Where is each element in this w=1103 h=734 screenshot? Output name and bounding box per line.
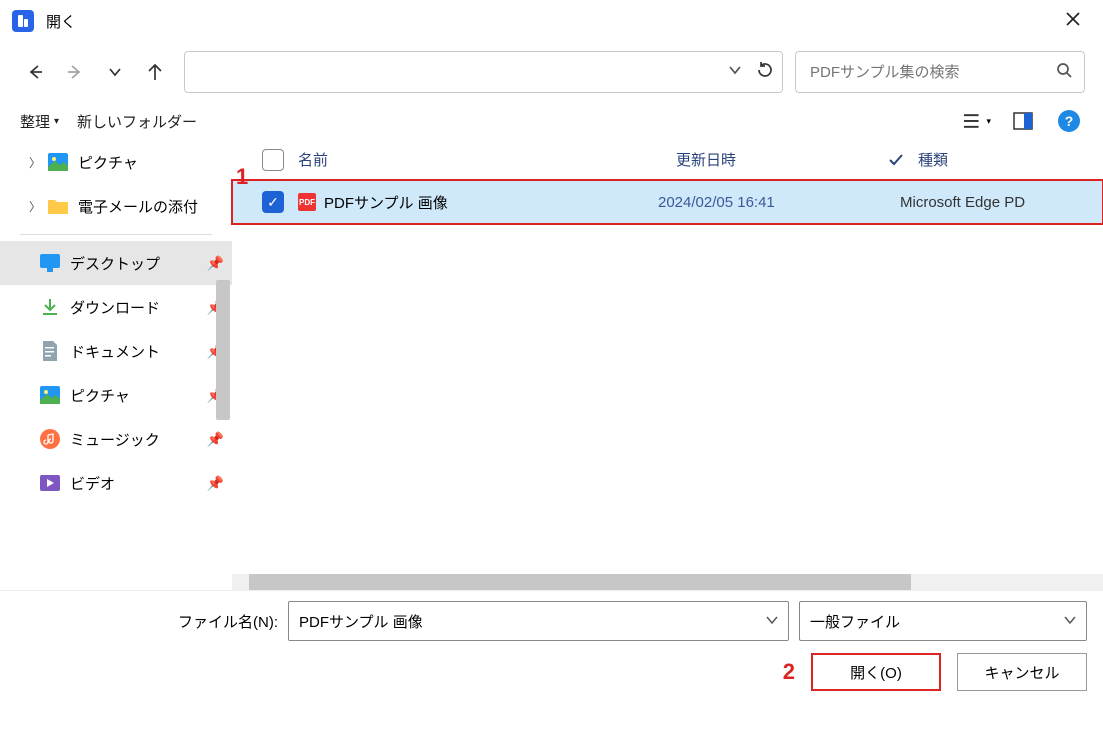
sidebar-item-label: ドキュメント — [70, 341, 160, 362]
pin-icon: 📌 — [207, 431, 224, 448]
sidebar-item-pictures[interactable]: ピクチャ 📌 — [0, 373, 232, 417]
annotation-1: 1 — [236, 164, 248, 190]
horizontal-scrollbar[interactable] — [232, 574, 1103, 590]
desktop-icon — [40, 253, 60, 273]
sidebar-item-documents[interactable]: ドキュメント 📌 — [0, 329, 232, 373]
row-checkbox[interactable]: ✓ — [262, 191, 284, 213]
filename-label: ファイル名(N): — [178, 611, 278, 632]
close-button[interactable] — [1055, 5, 1091, 38]
sidebar-item-videos[interactable]: ビデオ 📌 — [0, 461, 232, 505]
column-name[interactable]: 名前 — [298, 149, 676, 170]
column-check[interactable] — [888, 153, 918, 167]
nav-bar — [0, 42, 1103, 102]
sidebar-item-music[interactable]: ミュージック 📌 — [0, 417, 232, 461]
annotation-2: 2 — [783, 659, 795, 685]
sidebar-item-label: ビデオ — [70, 473, 115, 494]
content-area: 〉 ピクチャ 〉 電子メールの添付 デスクトップ 📌 ダウンロード 📌 ドキュ — [0, 140, 1103, 590]
picture-icon — [40, 385, 60, 405]
file-type: Microsoft Edge PD — [900, 194, 1095, 211]
divider — [20, 234, 212, 235]
sidebar-scrollbar[interactable] — [216, 280, 230, 420]
sidebar-item-downloads[interactable]: ダウンロード 📌 — [0, 285, 232, 329]
column-headers: 名前 更新日時 種類 — [232, 140, 1103, 180]
chevron-down-icon[interactable] — [766, 613, 778, 630]
file-row[interactable]: ✓ PDF PDFサンプル 画像 2024/02/05 16:41 Micros… — [232, 180, 1103, 224]
organize-button[interactable]: 整理 ▾ — [20, 111, 59, 132]
open-button[interactable]: 開く(O) — [811, 653, 941, 691]
title-bar: 開く — [0, 0, 1103, 42]
pin-icon: 📌 — [207, 475, 224, 492]
document-icon — [40, 341, 60, 361]
tree-item-email-attachments[interactable]: 〉 電子メールの添付 — [0, 184, 232, 228]
window-title: 開く — [46, 11, 76, 32]
sidebar-item-label: ミュージック — [70, 429, 160, 450]
preview-pane-button[interactable] — [1009, 107, 1037, 135]
file-name: PDFサンプル 画像 — [324, 192, 448, 213]
tree-item-label: 電子メールの添付 — [78, 196, 198, 217]
search-input[interactable] — [808, 63, 1056, 82]
address-dropdown-icon[interactable] — [728, 63, 742, 82]
up-button[interactable] — [138, 55, 172, 89]
download-icon — [40, 297, 60, 317]
recent-dropdown[interactable] — [98, 55, 132, 89]
help-button[interactable]: ? — [1055, 107, 1083, 135]
sidebar-item-label: デスクトップ — [70, 253, 160, 274]
new-folder-button[interactable]: 新しいフォルダー — [77, 111, 197, 132]
video-icon — [40, 473, 60, 493]
view-menu-button[interactable]: ▾ — [963, 107, 991, 135]
filename-input[interactable]: PDFサンプル 画像 — [288, 601, 789, 641]
back-button[interactable] — [18, 55, 52, 89]
sidebar-item-label: ダウンロード — [70, 297, 160, 318]
file-list: 名前 更新日時 種類 1 ✓ PDF PDFサンプル 画像 2024/02/05… — [232, 140, 1103, 590]
refresh-icon[interactable] — [756, 61, 774, 84]
sidebar-item-desktop[interactable]: デスクトップ 📌 — [0, 241, 232, 285]
forward-button[interactable] — [58, 55, 92, 89]
search-box[interactable] — [795, 51, 1085, 93]
pin-icon: 📌 — [207, 255, 224, 272]
chevron-right-icon: 〉 — [28, 198, 42, 215]
app-icon — [12, 10, 34, 32]
sidebar-item-label: ピクチャ — [70, 385, 130, 406]
folder-icon — [48, 196, 68, 216]
filetype-select[interactable]: 一般ファイル — [799, 601, 1087, 641]
column-date[interactable]: 更新日時 — [676, 149, 888, 170]
select-all-checkbox[interactable] — [262, 149, 284, 171]
toolbar: 整理 ▾ 新しいフォルダー ▾ ? — [0, 102, 1103, 140]
column-type[interactable]: 種類 — [918, 149, 1095, 170]
cancel-button[interactable]: キャンセル — [957, 653, 1087, 691]
tree-item-label: ピクチャ — [78, 152, 138, 173]
footer: ファイル名(N): PDFサンプル 画像 一般ファイル 2 開く(O) キャンセ… — [0, 590, 1103, 712]
picture-folder-icon — [48, 152, 68, 172]
pdf-file-icon: PDF — [298, 193, 316, 211]
tree-item-pictures[interactable]: 〉 ピクチャ — [0, 140, 232, 184]
chevron-down-icon[interactable] — [1064, 613, 1076, 630]
music-icon — [40, 429, 60, 449]
search-icon[interactable] — [1056, 62, 1072, 83]
address-bar[interactable] — [184, 51, 783, 93]
file-date: 2024/02/05 16:41 — [658, 194, 870, 211]
sidebar: 〉 ピクチャ 〉 電子メールの添付 デスクトップ 📌 ダウンロード 📌 ドキュ — [0, 140, 232, 590]
chevron-right-icon: 〉 — [28, 154, 42, 171]
